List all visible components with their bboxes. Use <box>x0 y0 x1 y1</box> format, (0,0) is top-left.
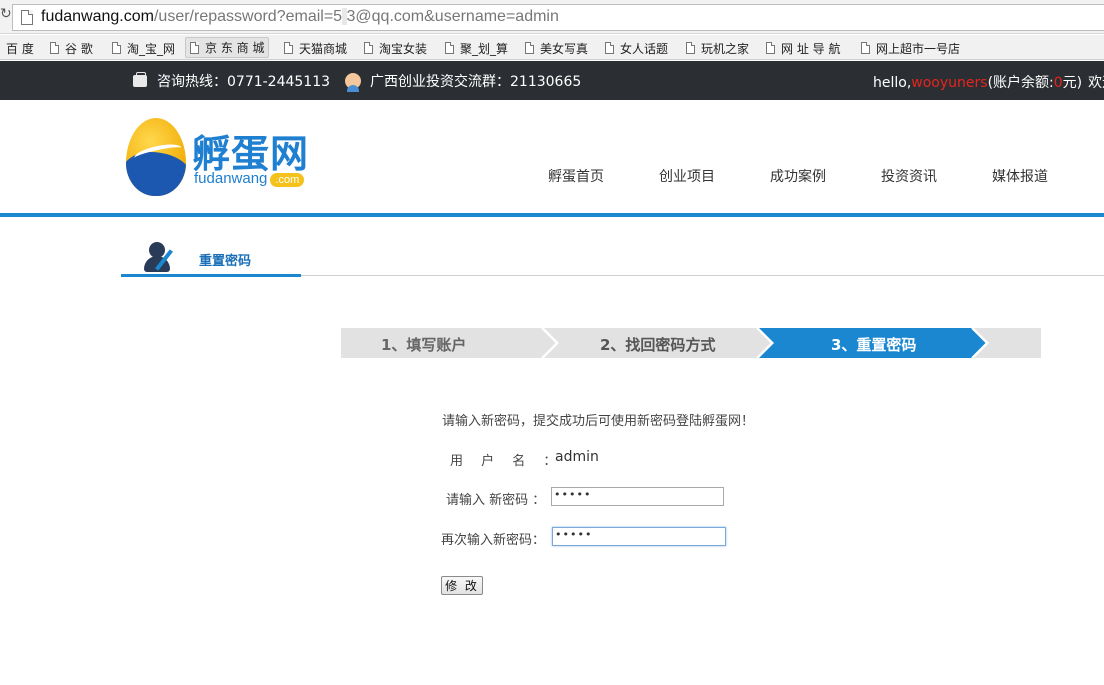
reload-icon[interactable]: ↻ <box>0 6 12 26</box>
bookmark-item[interactable]: 淘宝女装 <box>364 39 427 57</box>
qq-group-text: 广西创业投资交流群：21130665 <box>370 74 582 90</box>
qq-group: 广西创业投资交流群：21130665 <box>345 71 582 92</box>
bookmark-item[interactable]: 聚_划_算 <box>445 39 508 57</box>
address-field[interactable]: fudanwang.com/user/repassword?email=5 3@… <box>12 4 1104 31</box>
username-label: 用 户 名 ： <box>450 454 557 469</box>
address-bar-row: ↻ fudanwang.com/user/repassword?email=5 … <box>0 0 1104 34</box>
site-logo[interactable]: 孵蛋网 fudanwang .com <box>126 118 326 200</box>
bookmark-item[interactable]: 百 度 <box>6 39 34 57</box>
logo-domain: fudanwang .com <box>194 170 305 187</box>
url-text: fudanwang.com/user/repassword?email=5 3@… <box>41 8 559 25</box>
bookmark-page-icon <box>525 42 534 54</box>
bookmark-page-icon <box>50 42 59 54</box>
bookmark-item[interactable]: 网上超市一号店 <box>861 39 960 57</box>
form-intro: 请输入新密码，提交成功后可使用新密码登陆孵蛋网！ <box>442 414 755 429</box>
confirm-password-label: 再次输入新密码： <box>441 533 546 548</box>
egg-logo-icon <box>126 118 186 196</box>
step-1: 1、填写账户 <box>381 336 467 354</box>
section-title: 重置密码 <box>199 254 252 269</box>
nav-divider <box>0 213 1104 217</box>
new-password-input[interactable]: ••••• <box>551 487 724 506</box>
hotline-text: 咨询热线：0771-2445113 <box>157 74 331 90</box>
section-active-underline <box>121 274 301 277</box>
bookmark-item[interactable]: 天猫商城 <box>284 39 347 57</box>
user-greeting: hello,wooyuners(账户余额:0元)欢迎 <box>873 75 1104 91</box>
bookmark-item[interactable]: 美女写真 <box>525 39 588 57</box>
nav-item-news[interactable]: 投资资讯 <box>881 166 937 186</box>
bookmark-page-icon <box>190 41 199 54</box>
balance-value: 0 <box>1053 75 1063 91</box>
bookmark-page-icon <box>364 42 373 54</box>
bookmark-page-icon <box>445 42 454 54</box>
phone-icon <box>133 72 147 87</box>
bookmarks-bar: 百 度 谷 歌 淘_宝_网 京 东 商 城 天猫商城 淘宝女装 聚_划_算 美女… <box>0 35 1104 60</box>
username-link[interactable]: wooyuners <box>911 75 987 91</box>
page-icon <box>21 10 33 25</box>
bookmark-page-icon <box>686 42 695 54</box>
step-3-active: 3、重置密码 <box>831 336 917 354</box>
bookmark-page-icon <box>861 42 870 54</box>
bookmark-page-icon <box>766 42 775 54</box>
username-value: admin <box>555 449 599 465</box>
top-info-bar: 咨询热线：0771-2445113 广西创业投资交流群：21130665 hel… <box>0 61 1104 100</box>
confirm-password-input[interactable]: ••••• <box>552 527 726 546</box>
bookmark-page-icon <box>112 42 121 54</box>
bookmark-item[interactable]: 淘_宝_网 <box>112 39 175 57</box>
user-edit-icon <box>142 240 178 274</box>
bookmark-item[interactable]: 女人话题 <box>605 39 668 57</box>
nav-item-projects[interactable]: 创业项目 <box>659 166 715 186</box>
submit-button[interactable]: 修 改 <box>441 576 483 595</box>
nav-item-cases[interactable]: 成功案例 <box>770 166 826 186</box>
bookmark-item[interactable]: 京 东 商 城 <box>185 37 270 58</box>
step-indicator: 1、填写账户 2、找回密码方式 3、重置密码 <box>341 328 1041 358</box>
bookmark-item[interactable]: 谷 歌 <box>50 39 93 57</box>
person-icon <box>345 73 361 92</box>
bookmark-item[interactable]: 网 址 导 航 <box>766 39 840 57</box>
hotline: 咨询热线：0771-2445113 <box>133 71 330 91</box>
bookmark-page-icon <box>605 42 614 54</box>
bookmark-page-icon <box>284 42 293 54</box>
step-2: 2、找回密码方式 <box>600 336 716 354</box>
bookmark-item[interactable]: 玩机之家 <box>686 39 749 57</box>
nav-item-home[interactable]: 孵蛋首页 <box>548 166 604 186</box>
nav-item-media[interactable]: 媒体报道 <box>992 166 1048 186</box>
new-password-label: 请输入 新密码 ： <box>446 493 546 508</box>
